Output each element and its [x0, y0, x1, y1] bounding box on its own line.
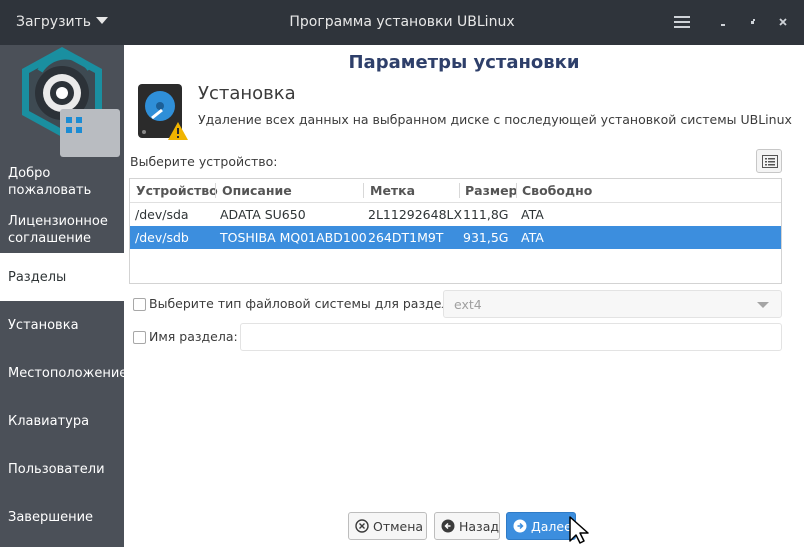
sidebar-item-installation[interactable]: Установка	[0, 317, 124, 334]
device-list-view-button[interactable]	[756, 149, 782, 173]
section-description: Удаление всех данных на выбранном диске …	[198, 112, 792, 127]
sidebar-item-partitions[interactable]: Разделы	[0, 253, 124, 301]
partition-name-checkbox[interactable]	[133, 331, 146, 344]
cell-description: ADATA SU650	[220, 207, 306, 222]
minimize-icon	[721, 24, 725, 26]
partition-name-input[interactable]	[240, 323, 782, 351]
back-arrow-icon	[441, 519, 455, 533]
section-title: Установка	[198, 83, 296, 104]
title-bar: Загрузить Программа установки UBLinux	[0, 0, 804, 45]
cancel-label: Отмена	[373, 519, 424, 534]
page-title: Параметры установки	[348, 52, 580, 73]
next-button[interactable]: Далее	[506, 512, 576, 540]
minimize-button[interactable]	[715, 14, 731, 30]
cell-size: 931,5G	[463, 230, 509, 245]
cell-label: 264DT1M9T	[368, 230, 444, 245]
back-label: Назад	[459, 519, 500, 534]
table-header: Устройство Описание Метка Размер Свободн…	[130, 179, 781, 203]
fs-type-select[interactable]: ext4	[443, 290, 782, 318]
cell-size: 111,8G	[463, 207, 509, 222]
hamburger-menu-icon[interactable]	[674, 16, 690, 29]
choose-device-label: Выберите устройство:	[130, 154, 278, 169]
maximize-icon	[751, 19, 755, 24]
close-button[interactable]	[775, 14, 791, 30]
column-separator	[459, 183, 460, 198]
next-arrow-icon	[513, 519, 527, 533]
cell-description: TOSHIBA MQ01ABD100	[220, 230, 367, 245]
fs-type-label[interactable]: Выберите тип файловой системы для раздел…	[149, 296, 457, 311]
cell-free: ATA	[521, 207, 544, 222]
column-separator	[516, 183, 517, 198]
fs-type-value: ext4	[454, 297, 482, 312]
sidebar-item-label: Лицензионное соглашение	[8, 214, 108, 246]
cancel-button[interactable]: Отмена	[348, 512, 427, 540]
mouse-pointer-icon	[569, 516, 589, 544]
fs-type-checkbox[interactable]	[133, 298, 146, 311]
column-header-label[interactable]: Метка	[370, 183, 415, 198]
sidebar-item-label: Установка	[8, 318, 79, 333]
sidebar-item-location[interactable]: Местоположение	[0, 365, 128, 382]
device-table: Устройство Описание Метка Размер Свободн…	[129, 178, 782, 284]
cancel-icon	[355, 519, 369, 533]
partition-name-label[interactable]: Имя раздела:	[149, 329, 238, 344]
column-separator	[215, 183, 216, 198]
next-label: Далее	[531, 519, 572, 534]
back-button[interactable]: Назад	[434, 512, 500, 540]
table-row[interactable]: /dev/sda ADATA SU650 2L11292648LX 111,8G…	[130, 203, 781, 226]
sidebar-item-keyboard[interactable]: Клавиатура	[0, 413, 124, 430]
maximize-button[interactable]	[745, 14, 761, 30]
sidebar-item-label: Пользователи	[8, 462, 105, 477]
ublinux-logo-icon	[22, 47, 120, 157]
hard-drive-warning-icon	[138, 84, 188, 140]
column-header-size[interactable]: Размер	[465, 183, 518, 198]
sidebar-item-label: Завершение	[8, 510, 94, 525]
sidebar-item-label: Местоположение	[8, 366, 128, 381]
column-header-free[interactable]: Свободно	[522, 183, 592, 198]
column-header-device[interactable]: Устройство	[136, 183, 218, 198]
column-header-description[interactable]: Описание	[222, 183, 292, 198]
sidebar-item-welcome[interactable]: Добро пожаловать	[0, 165, 124, 201]
sidebar-item-finish[interactable]: Завершение	[0, 509, 124, 526]
sidebar: Добро пожаловать Лицензионное соглашение…	[0, 45, 128, 547]
sidebar-item-label: Разделы	[8, 270, 67, 285]
close-icon	[779, 18, 787, 26]
sidebar-item-users[interactable]: Пользователи	[0, 461, 124, 478]
cell-free: ATA	[521, 230, 544, 245]
sidebar-item-label: Добро пожаловать	[8, 166, 92, 198]
cell-device: /dev/sda	[135, 207, 189, 222]
sidebar-item-license[interactable]: Лицензионное соглашение	[0, 213, 124, 249]
cell-label: 2L11292648LX	[368, 207, 463, 222]
chevron-down-icon	[757, 302, 769, 308]
list-view-icon	[762, 155, 778, 168]
cell-device: /dev/sdb	[135, 230, 189, 245]
column-separator	[363, 183, 364, 198]
sidebar-item-label: Клавиатура	[8, 414, 90, 429]
table-row-selected[interactable]: /dev/sdb TOSHIBA MQ01ABD100 264DT1M9T 93…	[130, 226, 781, 249]
